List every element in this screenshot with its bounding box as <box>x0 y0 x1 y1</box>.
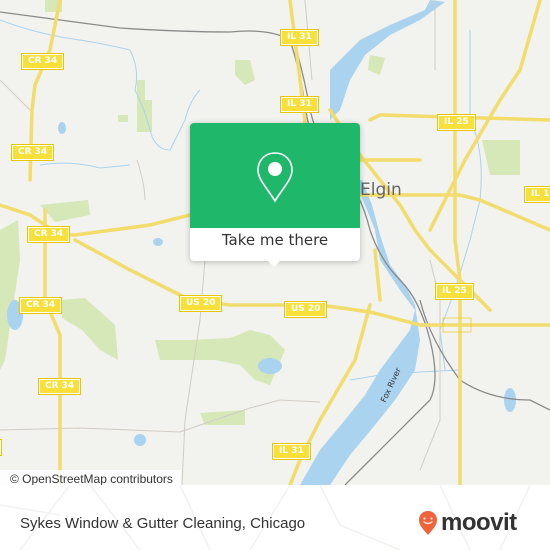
road-shield-cr34: CR 34 <box>26 226 71 243</box>
moovit-pin-icon <box>419 511 437 535</box>
road-shield-il19: IL 1 <box>523 186 550 203</box>
road-shield-cr34: CR 34 <box>20 53 65 70</box>
take-me-there-button[interactable]: Take me there <box>190 231 360 249</box>
road-shield-us20: US 20 <box>283 301 328 318</box>
road-shield-il31: IL 31 <box>280 29 319 46</box>
map-view[interactable]: CR 34 CR 34 CR 34 CR 34 CR 34 CR 34 US 2… <box>0 0 550 485</box>
road-shield-il31: IL 31 <box>280 96 319 113</box>
location-popup[interactable]: Take me there <box>190 123 360 267</box>
road-shield-il25: IL 25 <box>437 114 476 131</box>
map-pin-icon <box>257 152 293 203</box>
road-shield-il25: IL 25 <box>435 283 474 300</box>
road-shield-cr34: CR 34 <box>10 144 55 161</box>
footer-bar: Sykes Window & Gutter Cleaning, Chicago … <box>0 485 550 550</box>
road-shield-us20: US 20 <box>178 295 223 312</box>
popup-pointer <box>266 259 282 267</box>
popup-header[interactable] <box>190 123 360 228</box>
moovit-map-card: CR 34 CR 34 CR 34 CR 34 CR 34 CR 34 US 2… <box>0 0 550 550</box>
moovit-wordmark: moovit <box>441 509 517 536</box>
road-shield-cr34: CR 34 <box>18 297 63 314</box>
moovit-logo[interactable]: moovit <box>418 509 517 537</box>
road-shield-cr34: CR 34 <box>0 439 3 456</box>
place-name: Sykes Window & Gutter Cleaning, Chicago <box>20 515 306 532</box>
city-label-elgin: Elgin <box>360 180 402 200</box>
road-shield-il31: IL 31 <box>272 443 311 460</box>
road-shield-cr34: CR 34 <box>37 378 82 395</box>
